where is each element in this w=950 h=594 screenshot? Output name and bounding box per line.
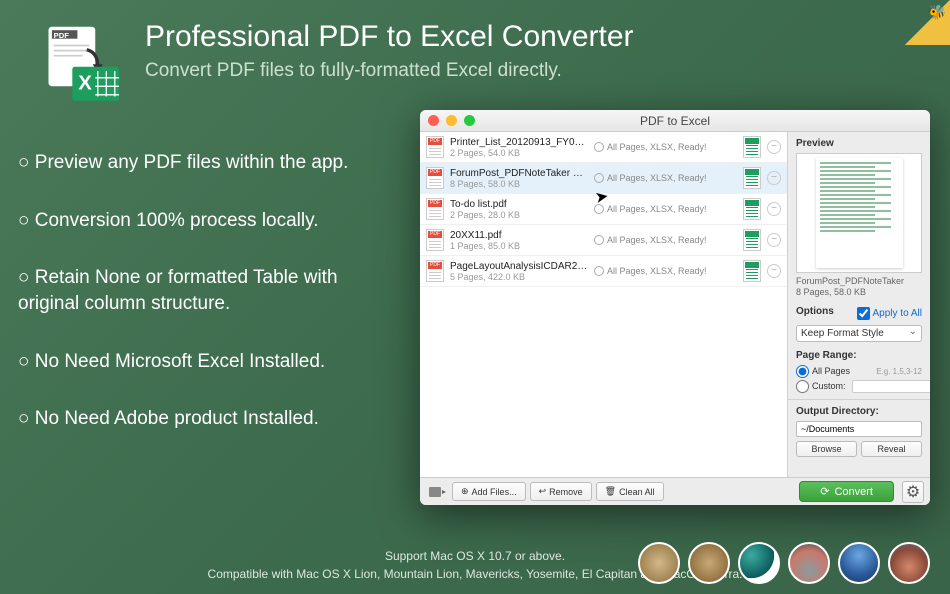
feature-item: Conversion 100% process locally. [18, 208, 403, 234]
feature-item: Preview any PDF files within the app. [18, 150, 403, 176]
remove-row-icon[interactable]: − [767, 264, 781, 278]
sidebar: Preview ForumPost_PDFNoteTaker 8 Pages, … [787, 132, 930, 477]
add-files-button[interactable]: ⊕ Add Files... [452, 482, 526, 501]
pdf-icon [426, 229, 444, 251]
file-status: All Pages, XLSX, Ready! [594, 235, 737, 246]
feature-list: Preview any PDF files within the app. Co… [18, 150, 403, 464]
preview-filemeta: 8 Pages, 58.0 KB [796, 287, 922, 298]
settings-button[interactable]: ⚙ [902, 481, 924, 503]
example-hint: E.g. 1,5,3-12 [876, 367, 922, 376]
clean-all-button[interactable]: 🗑 Clean All [596, 482, 664, 501]
remove-row-icon[interactable]: − [767, 233, 781, 247]
file-status: All Pages, XLSX, Ready! [594, 173, 737, 184]
preview-label: Preview [796, 138, 922, 149]
window-title: PDF to Excel [640, 114, 710, 128]
remove-row-icon[interactable]: − [767, 140, 781, 154]
reveal-button[interactable]: Reveal [861, 441, 922, 457]
pdf-icon [426, 260, 444, 282]
file-row[interactable]: PageLayoutAnalysisICDAR2.pdf 5 Pages, 42… [420, 256, 787, 287]
os-sierra-icon [888, 542, 930, 584]
file-status: All Pages, XLSX, Ready! [594, 204, 737, 215]
os-lion-icon [638, 542, 680, 584]
file-row[interactable]: Printer_List_20120913_FY05-12Se... 2 Pag… [420, 132, 787, 163]
xlsx-icon [743, 198, 761, 220]
import-icon[interactable] [426, 482, 448, 502]
feature-item: No Need Adobe product Installed. [18, 406, 403, 432]
close-icon[interactable] [428, 115, 439, 126]
svg-text:PDF: PDF [54, 31, 70, 40]
gear-icon: ⚙ [906, 482, 920, 502]
subtitle: Convert PDF files to fully-formatted Exc… [145, 60, 634, 82]
file-meta: 5 Pages, 422.0 KB [450, 272, 588, 282]
os-mavericks-icon [738, 542, 780, 584]
preview-filename: ForumPost_PDFNoteTaker [796, 276, 922, 287]
file-name: Printer_List_20120913_FY05-12Se... [450, 137, 588, 148]
custom-label: Custom: [812, 381, 846, 391]
add-icon: ⊕ [461, 486, 469, 497]
xlsx-icon [743, 260, 761, 282]
svg-text:X: X [78, 73, 92, 95]
xlsx-icon [743, 229, 761, 251]
file-row[interactable]: 20XX11.pdf 1 Pages, 85.0 KB All Pages, X… [420, 225, 787, 256]
custom-pages-input[interactable] [852, 380, 930, 393]
remove-button[interactable]: ↩ Remove [530, 482, 592, 501]
main-title: Professional PDF to Excel Converter [145, 20, 634, 54]
os-mountain-lion-icon [688, 542, 730, 584]
file-name: 20XX11.pdf [450, 230, 588, 241]
file-list[interactable]: Printer_List_20120913_FY05-12Se... 2 Pag… [420, 132, 787, 477]
file-meta: 2 Pages, 28.0 KB [450, 210, 588, 220]
feature-item: Retain None or formatted Table with orig… [18, 265, 403, 316]
remove-row-icon[interactable]: − [767, 202, 781, 216]
os-icons [638, 542, 930, 584]
corner-badge [905, 0, 950, 45]
xlsx-icon [743, 167, 761, 189]
file-name: ForumPost_PDFNoteTaker Sheet1 -... [450, 168, 588, 179]
file-status: All Pages, XLSX, Ready! [594, 142, 737, 153]
header: PDF X Professional PDF to Excel Converte… [0, 0, 950, 115]
apply-all-checkbox[interactable]: Apply to All [857, 307, 922, 320]
os-yosemite-icon [788, 542, 830, 584]
remove-icon: ↩ [539, 486, 547, 497]
format-select[interactable]: Keep Format Style [796, 325, 922, 342]
remove-row-icon[interactable]: − [767, 171, 781, 185]
apply-all-input[interactable] [857, 307, 870, 320]
file-meta: 2 Pages, 54.0 KB [450, 148, 588, 158]
file-name: PageLayoutAnalysisICDAR2.pdf [450, 261, 588, 272]
file-status: All Pages, XLSX, Ready! [594, 266, 737, 277]
page-range-label: Page Range: [796, 350, 922, 361]
xlsx-icon [743, 136, 761, 158]
os-el-capitan-icon [838, 542, 880, 584]
feature-item: No Need Microsoft Excel Installed. [18, 349, 403, 375]
all-pages-label: All Pages [812, 366, 850, 376]
browse-button[interactable]: Browse [796, 441, 857, 457]
refresh-icon: ⟳ [820, 485, 829, 498]
toolbar: ⊕ Add Files... ↩ Remove 🗑 Clean All ⟳ Co… [420, 477, 930, 505]
maximize-icon[interactable] [464, 115, 475, 126]
pdf-icon [426, 167, 444, 189]
title-bar[interactable]: PDF to Excel [420, 110, 930, 132]
minimize-icon[interactable] [446, 115, 457, 126]
pdf-icon [426, 198, 444, 220]
convert-button[interactable]: ⟳ Convert [799, 481, 894, 502]
preview-box [796, 153, 922, 273]
file-meta: 1 Pages, 85.0 KB [450, 241, 588, 251]
custom-radio[interactable] [796, 380, 809, 393]
trash-icon: 🗑 [605, 486, 616, 497]
file-meta: 8 Pages, 58.0 KB [450, 179, 588, 189]
preview-page [816, 158, 903, 268]
all-pages-radio[interactable] [796, 365, 809, 378]
file-name: To-do list.pdf [450, 199, 588, 210]
app-icon: PDF X [40, 20, 125, 105]
output-dir-label: Output Directory: [796, 406, 922, 417]
app-window: PDF to Excel Printer_List_20120913_FY05-… [420, 110, 930, 505]
pdf-icon [426, 136, 444, 158]
options-label: Options [796, 306, 834, 317]
output-path-input[interactable] [796, 421, 922, 437]
